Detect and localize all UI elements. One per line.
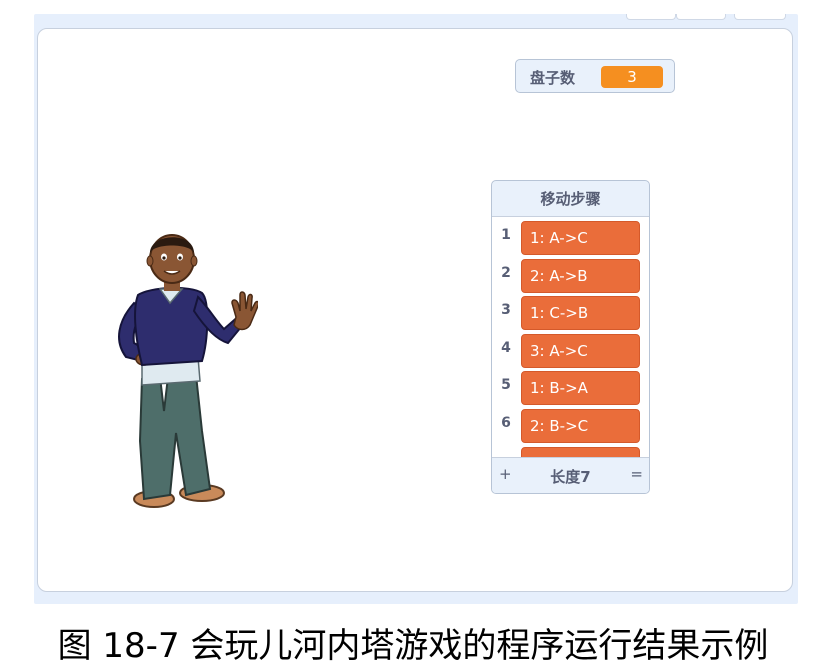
variable-value: 3 (601, 66, 663, 88)
row-index: 3 (501, 302, 511, 318)
row-index: 6 (501, 415, 511, 431)
stage-size-small-button[interactable] (626, 14, 676, 20)
list-body[interactable]: 1 1: A->C 2 2: A->B 3 1: C->B 4 3: A->C … (492, 217, 649, 459)
figure-caption: 图 18-7 会玩儿河内塔游戏的程序运行结果示例 (57, 626, 769, 666)
list-item[interactable]: 1: C->B (521, 296, 640, 330)
list-item[interactable]: 2: B->C (521, 409, 640, 443)
resize-handle-icon[interactable]: = (630, 465, 643, 483)
list-item[interactable]: 1: B->A (521, 371, 640, 405)
list-item[interactable]: 1: A->C (521, 221, 640, 255)
list-length-label: 长度7 (550, 468, 591, 486)
list-row: 1 1: A->C (492, 219, 649, 257)
list-item[interactable]: 3: A->C (521, 334, 640, 368)
row-index: 5 (501, 377, 511, 393)
list-monitor[interactable]: 移动步骤 1 1: A->C 2 2: A->B 3 1: C->B 4 3: … (491, 180, 650, 494)
variable-label: 盘子数 (530, 69, 576, 87)
row-index: 2 (501, 265, 511, 281)
list-row: 2 2: A->B (492, 257, 649, 295)
stage-size-normal-button[interactable] (676, 14, 726, 20)
fullscreen-button[interactable] (734, 14, 786, 20)
list-footer: + 长度7 = (492, 457, 649, 493)
row-index: 4 (501, 340, 511, 356)
stage-canvas[interactable]: 盘子数 3 移动步骤 1 1: A->C 2 2: A->B 3 1: C->B… (37, 28, 793, 592)
list-item[interactable]: 2: A->B (521, 259, 640, 293)
boy-sprite-icon[interactable] (98, 211, 258, 521)
list-row: 3 1: C->B (492, 294, 649, 332)
row-index: 1 (501, 227, 511, 243)
list-row: 6 2: B->C (492, 407, 649, 445)
list-row: 5 1: B->A (492, 369, 649, 407)
list-title: 移动步骤 (492, 181, 649, 217)
variable-monitor[interactable]: 盘子数 3 (515, 59, 675, 93)
list-row: 4 3: A->C (492, 332, 649, 370)
